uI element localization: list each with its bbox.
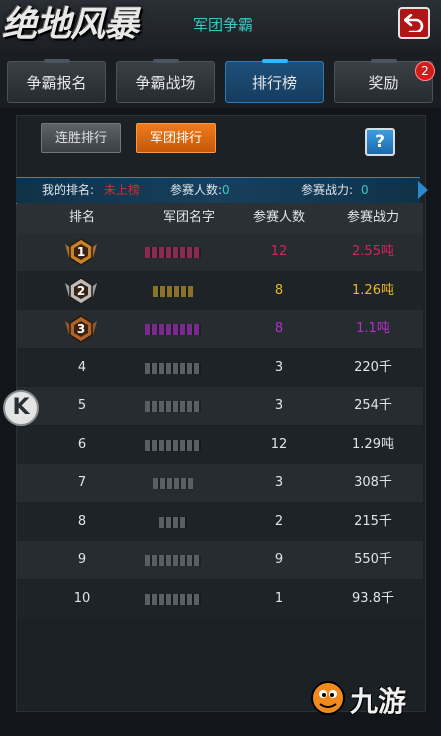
players-count: 参赛人数:0 bbox=[170, 178, 230, 203]
members-count: 3 bbox=[274, 398, 284, 413]
team-ranking-button[interactable]: 军团排行 bbox=[136, 123, 216, 153]
rewards-badge: 2 bbox=[415, 61, 435, 81]
team-power: 308千 bbox=[354, 475, 392, 490]
tab-battlefield[interactable]: 争霸战场 bbox=[116, 59, 215, 103]
rank-number: 7 bbox=[77, 475, 87, 490]
tab-indicator bbox=[153, 59, 179, 63]
team-name-redacted bbox=[145, 362, 201, 374]
members-count: 9 bbox=[274, 552, 284, 567]
team-name-redacted bbox=[145, 401, 201, 412]
team-name-redacted bbox=[145, 247, 201, 258]
game-logo: 绝地风暴 bbox=[2, 4, 139, 45]
back-button[interactable] bbox=[398, 7, 430, 39]
tab-indicator bbox=[44, 59, 70, 63]
players-value: 0 bbox=[222, 183, 230, 197]
rank-number: 6 bbox=[77, 436, 87, 452]
table-row[interactable]: 7 3 308千 bbox=[17, 464, 423, 502]
team-name-redacted bbox=[153, 285, 193, 297]
watermark-text: 九游 bbox=[350, 685, 407, 718]
power-total: 参赛战力: 0 bbox=[301, 178, 369, 203]
team-name-redacted bbox=[145, 555, 201, 566]
my-rank-label: 我的排名: bbox=[42, 183, 95, 197]
members-count: 3 bbox=[274, 359, 284, 375]
members-count: 1 bbox=[274, 590, 284, 606]
members-count: 3 bbox=[274, 475, 284, 490]
members-count: 8 bbox=[274, 321, 284, 336]
team-power: 2.55吨 bbox=[352, 244, 394, 259]
table-row[interactable]: 3 8 1.1吨 bbox=[17, 310, 423, 348]
header-rank: 排名 bbox=[68, 210, 95, 225]
my-rank: 我的排名: 未上榜 bbox=[42, 178, 140, 203]
members-count: 12 bbox=[270, 244, 288, 259]
power-value: 0 bbox=[361, 183, 369, 197]
tab-label: 奖励 bbox=[368, 74, 399, 92]
side-float-button[interactable]: K bbox=[3, 390, 39, 426]
table-row[interactable]: 4 3 220千 bbox=[17, 348, 423, 387]
help-button[interactable]: ? bbox=[365, 128, 395, 156]
tab-indicator bbox=[371, 59, 397, 63]
streak-ranking-button[interactable]: 连胜排行 bbox=[41, 123, 121, 153]
table-row[interactable]: 1 12 2.55吨 bbox=[17, 233, 423, 271]
rank-number: 10 bbox=[73, 590, 91, 606]
team-power: 1.26吨 bbox=[352, 282, 394, 298]
team-name-redacted bbox=[159, 516, 187, 528]
team-name-redacted bbox=[145, 593, 201, 605]
rank-number: 4 bbox=[77, 359, 87, 375]
rank-number: 1 bbox=[76, 245, 86, 259]
team-name-redacted bbox=[145, 439, 201, 451]
rank-number: 2 bbox=[76, 283, 86, 298]
tab-label: 排行榜 bbox=[251, 74, 297, 92]
team-power: 1.1吨 bbox=[356, 321, 390, 336]
members-count: 8 bbox=[274, 282, 284, 298]
tab-indicator bbox=[262, 59, 288, 63]
rank-number: 9 bbox=[77, 552, 87, 567]
tab-leaderboard[interactable]: 排行榜 bbox=[225, 59, 324, 103]
header-members: 参赛人数 bbox=[252, 210, 305, 225]
team-power: 93.8千 bbox=[352, 590, 394, 606]
team-power: 215千 bbox=[354, 513, 392, 529]
page-subtitle: 军团争霸 bbox=[193, 16, 254, 34]
team-name-redacted bbox=[153, 478, 193, 489]
rank-number: 5 bbox=[77, 398, 87, 413]
team-power: 1.29吨 bbox=[352, 436, 394, 452]
table-row[interactable]: 9 9 550千 bbox=[17, 541, 423, 579]
tab-bar: 争霸报名 争霸战场 排行榜 奖励 bbox=[0, 50, 441, 108]
rank-number: 8 bbox=[77, 513, 87, 529]
tab-label: 争霸报名 bbox=[26, 74, 87, 92]
back-return-icon bbox=[403, 13, 424, 34]
arrow-right-icon bbox=[418, 181, 428, 199]
tab-signup[interactable]: 争霸报名 bbox=[7, 59, 106, 103]
header-power: 参赛战力 bbox=[346, 210, 399, 225]
table-header: 排名 军团名字 参赛人数 参赛战力 bbox=[17, 203, 423, 233]
table-row[interactable]: 5 3 254千 bbox=[17, 387, 423, 425]
team-power: 550千 bbox=[354, 552, 392, 567]
my-rank-value: 未上榜 bbox=[104, 183, 141, 197]
my-rank-info-bar: 我的排名: 未上榜 参赛人数:0 参赛战力: 0 bbox=[16, 177, 428, 204]
team-power: 254千 bbox=[354, 398, 392, 413]
team-power: 220千 bbox=[354, 359, 392, 375]
table-row[interactable]: 10 1 93.8千 bbox=[17, 579, 423, 618]
rank-number: 3 bbox=[76, 322, 86, 336]
players-label: 参赛人数: bbox=[170, 183, 223, 197]
table-row[interactable]: 6 12 1.29吨 bbox=[17, 425, 423, 464]
members-count: 2 bbox=[274, 513, 284, 529]
top-bar: 绝地风暴 军团争霸 bbox=[0, 0, 441, 51]
team-name-redacted bbox=[145, 324, 201, 335]
members-count: 12 bbox=[270, 436, 288, 452]
tab-label: 争霸战场 bbox=[135, 74, 196, 92]
table-row[interactable]: 2 8 1.26吨 bbox=[17, 271, 423, 310]
table-row[interactable]: 8 2 215千 bbox=[17, 502, 423, 541]
power-label: 参赛战力: bbox=[301, 183, 354, 197]
